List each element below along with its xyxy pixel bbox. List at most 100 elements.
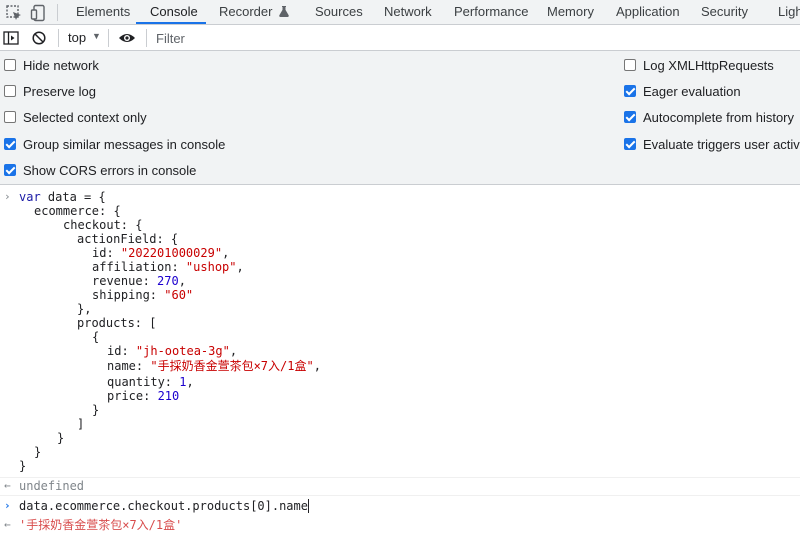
setting-evaluate-triggers[interactable]: Evaluate triggers user activati — [624, 134, 800, 154]
code-text: quantity: — [107, 375, 180, 389]
checkbox[interactable] — [4, 111, 16, 123]
code-text: checkout: { — [63, 218, 143, 232]
string-literal: "60" — [164, 288, 194, 302]
setting-autocomplete-history[interactable]: Autocomplete from history — [624, 107, 794, 127]
code-text: name: — [107, 359, 151, 373]
checkbox-checked[interactable] — [624, 85, 636, 97]
code-line: id: "jh-ootea-3g", — [107, 344, 238, 358]
code-text: } — [92, 403, 100, 417]
setting-label: Group similar messages in console — [23, 136, 226, 152]
code-line: ecommerce: { — [34, 204, 121, 218]
message-divider — [0, 495, 800, 496]
inspect-element-icon[interactable] — [4, 3, 24, 23]
string-literal: "手採奶香金萱茶包×7入/1盒" — [150, 359, 314, 373]
tab-recorder-label: Recorder — [219, 4, 273, 19]
setting-preserve-log[interactable]: Preserve log — [4, 81, 96, 101]
tab-recorder[interactable]: Recorder — [219, 0, 289, 24]
setting-label: Selected context only — [23, 109, 147, 125]
code-text: } — [57, 431, 65, 445]
code-text: revenue: — [92, 274, 158, 288]
string-literal: "jh-ootea-3g" — [135, 344, 230, 358]
toolbar-divider — [57, 4, 58, 21]
filter-input[interactable] — [156, 29, 796, 48]
clear-console-icon[interactable] — [31, 30, 47, 49]
tab-lighthouse[interactable]: Ligh — [778, 0, 800, 24]
code-line: } — [19, 459, 26, 473]
devtools-tabbar: Elements Console Recorder Sources Networ… — [0, 0, 800, 25]
device-toolbar-icon[interactable] — [29, 3, 49, 23]
tab-console[interactable]: Console — [150, 0, 198, 24]
number-literal: 1 — [179, 375, 187, 389]
toolbar-divider — [146, 29, 147, 47]
live-expression-eye-icon[interactable] — [118, 30, 136, 49]
active-tab-indicator — [136, 22, 206, 24]
code-text: }, — [77, 302, 92, 316]
setting-group-similar[interactable]: Group similar messages in console — [4, 134, 225, 154]
code-text: actionField: { — [77, 232, 179, 246]
code-line: actionField: { — [77, 232, 178, 246]
result-arrow-icon: ← — [4, 479, 11, 492]
code-line: checkout: { — [63, 218, 142, 232]
checkbox-checked[interactable] — [4, 164, 16, 176]
setting-label: Eager evaluation — [643, 83, 741, 99]
console-input-text: data.ecommerce.checkout.products[0].name — [19, 499, 308, 513]
checkbox[interactable] — [4, 59, 16, 71]
code-text: { — [92, 330, 100, 344]
code-line: var data = { — [19, 190, 106, 204]
tab-sources[interactable]: Sources — [315, 0, 363, 24]
tab-elements[interactable]: Elements — [76, 0, 130, 24]
context-selector[interactable]: top — [68, 30, 86, 45]
setting-label: Hide network — [23, 57, 99, 73]
code-text: price: — [107, 389, 158, 403]
console-input-line[interactable]: data.ecommerce.checkout.products[0].name — [19, 499, 309, 513]
code-line: } — [34, 445, 41, 459]
code-text: affiliation: — [92, 260, 186, 274]
checkbox[interactable] — [4, 85, 16, 97]
setting-selected-context-only[interactable]: Selected context only — [4, 107, 147, 127]
toolbar-divider — [58, 29, 59, 47]
checkbox[interactable] — [624, 59, 636, 71]
code-line: id: "202201000029", — [92, 246, 230, 260]
console-toolbar: top ▼ — [0, 25, 800, 51]
input-prompt-icon: › — [4, 499, 11, 512]
toolbar-divider — [108, 29, 109, 47]
flask-icon — [279, 1, 289, 24]
eager-eval-arrow-icon: ← — [4, 518, 11, 531]
tab-network[interactable]: Network — [384, 0, 432, 24]
checkbox-checked[interactable] — [624, 138, 636, 150]
code-line: } — [92, 403, 99, 417]
code-text: } — [34, 445, 42, 459]
code-text: id: — [107, 344, 136, 358]
eager-eval-preview: '手採奶香金萱茶包×7入/1盒' — [19, 518, 183, 532]
setting-show-cors-errors[interactable]: Show CORS errors in console — [4, 160, 196, 180]
tab-security[interactable]: Security — [701, 0, 748, 24]
console-output[interactable]: › var data = { ecommerce: { checkout: { … — [0, 185, 800, 533]
setting-hide-network[interactable]: Hide network — [4, 55, 99, 75]
message-divider — [0, 477, 800, 478]
number-literal: 210 — [157, 389, 180, 403]
tab-application[interactable]: Application — [616, 0, 680, 24]
code-text: } — [19, 459, 27, 473]
checkbox-checked[interactable] — [4, 138, 16, 150]
text-cursor — [307, 499, 309, 513]
code-line: } — [57, 431, 64, 445]
dropdown-arrow-icon: ▼ — [92, 31, 101, 41]
code-text: ] — [77, 417, 85, 431]
code-text: data = { — [40, 190, 106, 204]
show-sidebar-icon[interactable] — [3, 30, 19, 49]
tab-memory[interactable]: Memory — [547, 0, 594, 24]
code-text: products: [ — [77, 316, 157, 330]
tab-performance[interactable]: Performance — [454, 0, 528, 24]
code-line: price: 210 — [107, 389, 179, 403]
console-settings-pane: Hide network Preserve log Selected conte… — [0, 51, 800, 185]
code-line: { — [92, 330, 99, 344]
checkbox-checked[interactable] — [624, 111, 636, 123]
setting-eager-evaluation[interactable]: Eager evaluation — [624, 81, 741, 101]
code-line: ] — [77, 417, 84, 431]
number-literal: 270 — [157, 274, 179, 288]
code-line: quantity: 1, — [107, 375, 194, 389]
setting-label: Log XMLHttpRequests — [643, 57, 774, 73]
setting-log-xhr[interactable]: Log XMLHttpRequests — [624, 55, 774, 75]
code-line: products: [ — [77, 316, 156, 330]
code-line: shipping: "60" — [92, 288, 193, 302]
